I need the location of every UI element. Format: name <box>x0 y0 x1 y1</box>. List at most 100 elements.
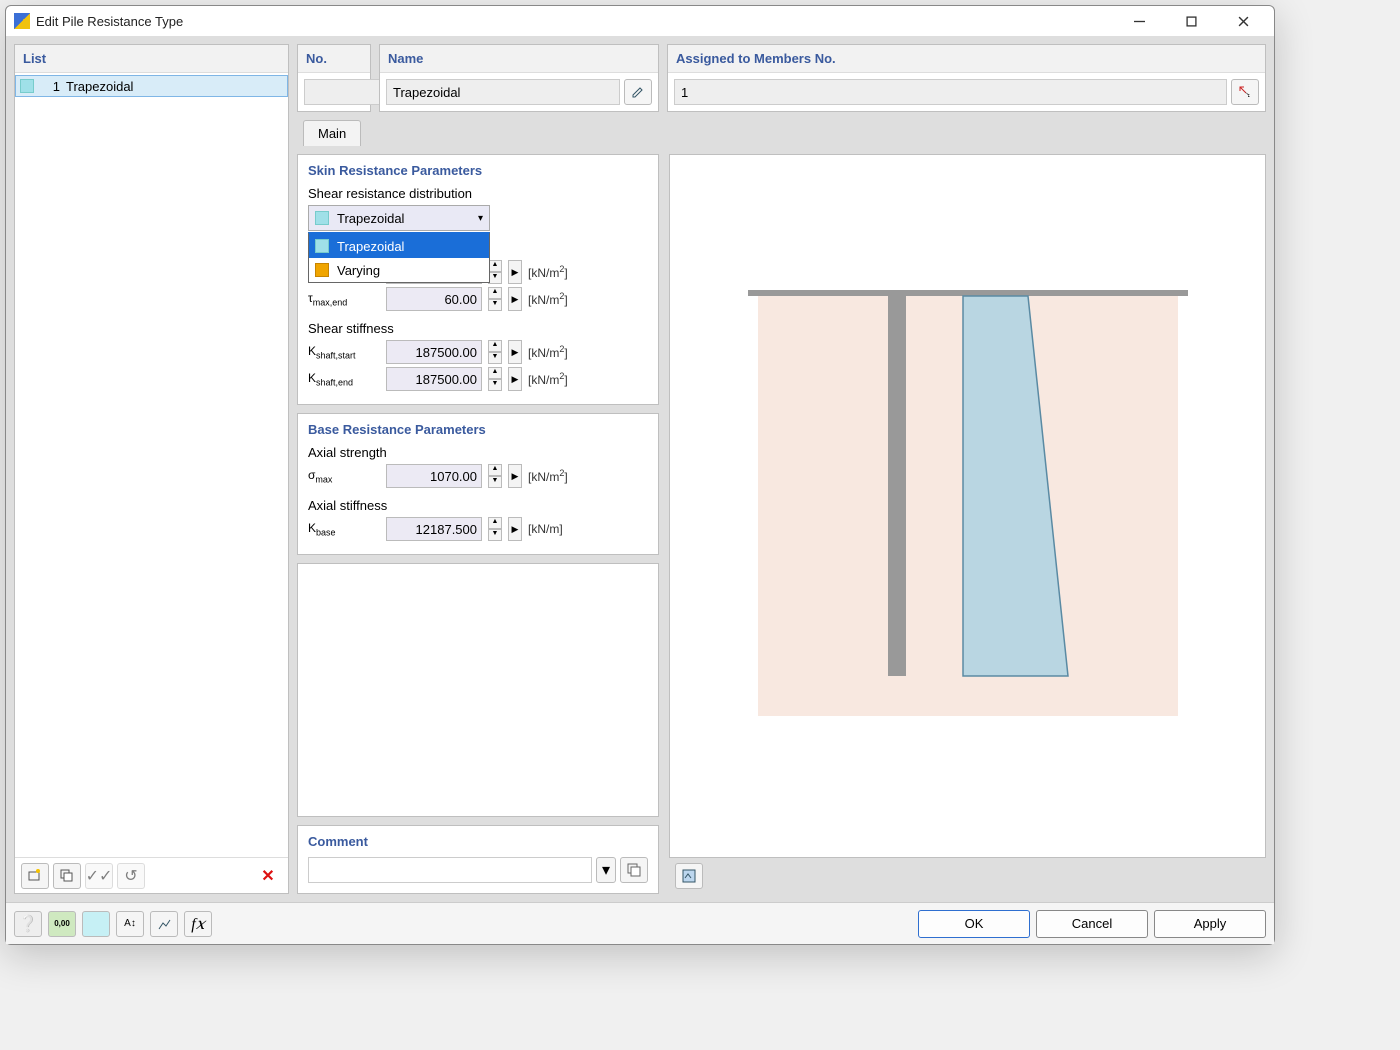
ok-button[interactable]: OK <box>918 910 1030 938</box>
list-header: List <box>15 45 288 73</box>
new-item-button[interactable] <box>21 863 49 889</box>
cancel-button[interactable]: Cancel <box>1036 910 1148 938</box>
color-swatch-icon <box>315 239 329 253</box>
name-input[interactable] <box>386 79 620 105</box>
comment-title: Comment <box>308 834 648 849</box>
preview-toolbar <box>669 858 1266 894</box>
unit-label: [kN/m2] <box>528 344 568 360</box>
skin-group: Skin Resistance Parameters Shear resista… <box>297 154 659 405</box>
close-button[interactable] <box>1220 6 1266 36</box>
spinner[interactable]: ▲▼ <box>488 517 502 541</box>
comment-input[interactable] <box>308 857 592 883</box>
list-body[interactable]: 1 Trapezoidal <box>15 73 288 857</box>
distribution-dropdown-list: Trapezoidal Varying <box>308 232 490 283</box>
no-header: No. <box>298 45 370 73</box>
spacer-group <box>297 563 659 817</box>
dist-label: Shear resistance distribution <box>308 186 648 201</box>
pick-members-button[interactable] <box>1231 79 1259 105</box>
minimize-button[interactable] <box>1116 6 1162 36</box>
kshaft-end-input[interactable] <box>386 367 482 391</box>
unit-label: [kN/m2] <box>528 264 568 280</box>
step-button[interactable]: ▶ <box>508 367 522 391</box>
distribution-option-trapezoidal[interactable]: Trapezoidal <box>309 234 489 258</box>
assign-header: Assigned to Members No. <box>668 45 1265 73</box>
kshaft-end-row: Kshaft,end ▲▼ ▶ [kN/m2] <box>308 367 648 391</box>
reset-button[interactable]: ↺ <box>117 863 145 889</box>
preview-viewport[interactable] <box>669 154 1266 858</box>
unit-label: [kN/m2] <box>528 468 568 484</box>
apply-button[interactable]: Apply <box>1154 910 1266 938</box>
window-title: Edit Pile Resistance Type <box>36 14 183 29</box>
spinner[interactable]: ▲▼ <box>488 367 502 391</box>
name-header: Name <box>380 45 658 73</box>
assign-card: Assigned to Members No. <box>667 44 1266 112</box>
axial-stiffness-label: Axial stiffness <box>308 498 648 513</box>
name-card: Name <box>379 44 659 112</box>
spinner[interactable]: ▲▼ <box>488 287 502 311</box>
spinner[interactable]: ▲▼ <box>488 260 502 284</box>
tmax-end-input[interactable] <box>386 287 482 311</box>
kbase-input[interactable] <box>386 517 482 541</box>
chevron-down-icon: ▾ <box>478 213 483 224</box>
step-button[interactable]: ▶ <box>508 260 522 284</box>
sigma-max-label: σmax <box>308 468 380 484</box>
shear-stiffness-label: Shear stiffness <box>308 321 648 336</box>
unit-label: [kN/m2] <box>528 371 568 387</box>
step-button[interactable]: ▶ <box>508 517 522 541</box>
kshaft-start-input[interactable] <box>386 340 482 364</box>
units-button[interactable]: 0,00 <box>48 911 76 937</box>
comment-group: Comment ▾ <box>297 825 659 894</box>
base-group-title: Base Resistance Parameters <box>308 422 648 437</box>
list-item-label: Trapezoidal <box>66 79 133 94</box>
list-item-index: 1 <box>42 79 60 94</box>
comment-library-button[interactable] <box>620 857 648 883</box>
dialog-window: Edit Pile Resistance Type List 1 Trapezo… <box>5 5 1275 945</box>
list-toolbar: ✓✓ ↺ ✕ <box>15 857 288 893</box>
kbase-label: Kbase <box>308 521 380 537</box>
pile-diagram-icon <box>748 276 1188 736</box>
help-button[interactable]: ❔ <box>14 911 42 937</box>
tmax-end-row: τmax,end ▲▼ ▶ [kN/m2] <box>308 287 648 311</box>
sigma-max-row: σmax ▲▼ ▶ [kN/m2] <box>308 464 648 488</box>
color-swatch-icon <box>315 263 329 277</box>
kshaft-start-label: Kshaft,start <box>308 344 380 360</box>
list-panel: List 1 Trapezoidal ✓✓ ↺ ✕ <box>14 44 289 894</box>
copy-item-button[interactable] <box>53 863 81 889</box>
tmax-end-label: τmax,end <box>308 291 380 307</box>
distribution-dropdown[interactable]: Trapezoidal ▾ <box>308 205 490 231</box>
spinner[interactable]: ▲▼ <box>488 340 502 364</box>
assign-input[interactable] <box>674 79 1227 105</box>
bottom-toolbar: ❔ 0,00 A↕ f𝑥 OK Cancel Apply <box>6 902 1274 944</box>
unit-label: [kN/m2] <box>528 291 568 307</box>
delete-icon: ✕ <box>261 866 274 886</box>
title-bar: Edit Pile Resistance Type <box>6 6 1274 36</box>
app-icon <box>14 13 30 29</box>
preview-settings-button[interactable] <box>675 863 703 889</box>
step-button[interactable]: ▶ <box>508 340 522 364</box>
list-item[interactable]: 1 Trapezoidal <box>15 75 288 97</box>
sigma-max-input[interactable] <box>386 464 482 488</box>
axial-strength-label: Axial strength <box>308 445 648 460</box>
checklist-button[interactable]: ✓✓ <box>85 863 113 889</box>
color-swatch-icon <box>20 79 34 93</box>
distribution-selected: Trapezoidal <box>337 211 404 226</box>
font-button[interactable]: A↕ <box>116 911 144 937</box>
edit-name-button[interactable] <box>624 79 652 105</box>
tab-strip: Main <box>297 120 1266 146</box>
step-button[interactable]: ▶ <box>508 464 522 488</box>
chart-button[interactable] <box>150 911 178 937</box>
kshaft-end-label: Kshaft,end <box>308 371 380 387</box>
base-group: Base Resistance Parameters Axial strengt… <box>297 413 659 555</box>
distribution-option-varying[interactable]: Varying <box>309 258 489 282</box>
spinner[interactable]: ▲▼ <box>488 464 502 488</box>
delete-button[interactable]: ✕ <box>254 863 282 889</box>
skin-group-title: Skin Resistance Parameters <box>308 163 648 178</box>
step-button[interactable]: ▶ <box>508 287 522 311</box>
no-card: No. <box>297 44 371 112</box>
color-button[interactable] <box>82 911 110 937</box>
maximize-button[interactable] <box>1168 6 1214 36</box>
formula-button[interactable]: f𝑥 <box>184 911 212 937</box>
comment-dropdown-button[interactable]: ▾ <box>596 857 616 883</box>
tab-main[interactable]: Main <box>303 120 361 146</box>
kshaft-start-row: Kshaft,start ▲▼ ▶ [kN/m2] <box>308 340 648 364</box>
